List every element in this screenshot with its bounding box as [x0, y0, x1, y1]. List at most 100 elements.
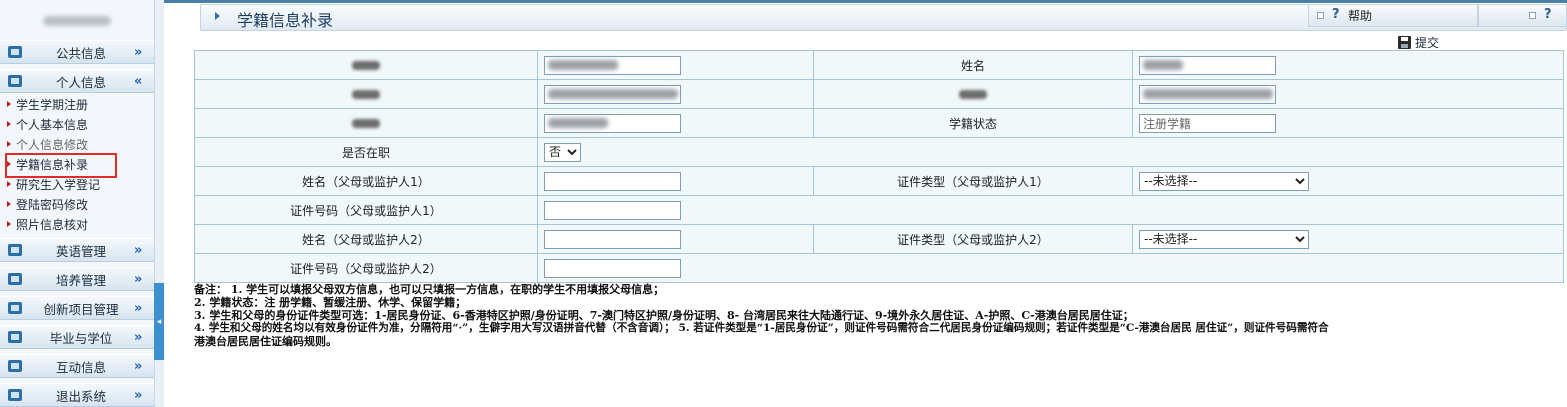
menu-icon — [8, 360, 22, 372]
sidebar-item-label: 个人信息修改 — [16, 137, 89, 152]
menu-public-info[interactable]: 公共信息 » — [0, 40, 154, 64]
level-label — [194, 108, 538, 138]
status-cell — [1132, 108, 1564, 138]
menu-interaction[interactable]: 互动信息 » — [0, 354, 154, 378]
bullet-icon — [7, 121, 11, 127]
sidebar-item-label: 学生学期注册 — [16, 97, 89, 112]
menu-training[interactable]: 培养管理 » — [0, 267, 154, 291]
note-line: 备注： 1. 学生可以填报父母双方信息，也可以只填报一方信息，在职的学生不用填报… — [194, 283, 665, 296]
major-cell — [1132, 79, 1564, 109]
blurred-text — [352, 90, 380, 99]
menu-english[interactable]: 英语管理 » — [0, 238, 154, 262]
sidebar-item-info-edit[interactable]: 个人信息修改 — [0, 134, 154, 154]
guardian1-idno-input[interactable] — [544, 200, 681, 220]
guardian1-idno-cell — [537, 195, 1564, 225]
employed-select[interactable]: 否 — [544, 142, 581, 162]
guardian2-idtype-select[interactable]: --未选择-- — [1139, 229, 1309, 249]
blurred-text — [548, 60, 618, 70]
guardian1-idtype-select[interactable]: --未选择-- — [1139, 171, 1309, 191]
form-row: 姓名（父母或监护人1） 证件类型（父母或监护人1） --未选择-- — [194, 166, 1564, 196]
collapse-left-icon: ◂ — [156, 316, 162, 327]
help-box-right — [1478, 4, 1567, 27]
menu-label: 毕业与学位 — [49, 330, 113, 346]
status-form: 姓名 学籍状态 是否在职 否 姓名（父母或监护人1） 证件类型（父母或监护人1）… — [194, 50, 1564, 283]
restore-icon[interactable] — [1529, 12, 1536, 19]
user-name-blurred — [43, 16, 111, 26]
menu-icon — [8, 46, 22, 58]
guardian2-idno-input[interactable] — [544, 258, 681, 278]
help-link[interactable]: 帮助 — [1348, 7, 1372, 24]
major-field — [1139, 84, 1276, 104]
form-row — [194, 79, 1564, 109]
blurred-text — [959, 90, 987, 99]
expand-arrow-icon: » — [134, 44, 143, 60]
sidebar-item-label: 登陆密码修改 — [16, 197, 89, 212]
sidebar: 公共信息 » 个人信息 « 学生学期注册 个人基本信息 个人信息修改 学籍信息补… — [0, 0, 154, 407]
expand-arrow-icon: » — [134, 300, 143, 316]
menu-personal-info[interactable]: 个人信息 « — [0, 69, 154, 93]
menu-graduation[interactable]: 毕业与学位 » — [0, 325, 154, 349]
blurred-text — [1143, 60, 1183, 70]
guardian2-idtype-cell: --未选择-- — [1132, 224, 1564, 254]
guardian2-name-label: 姓名（父母或监护人2） — [194, 224, 538, 254]
menu-icon — [8, 244, 22, 256]
student-id-cell — [537, 50, 814, 80]
guardian1-name-input[interactable] — [544, 171, 681, 191]
level-cell — [537, 108, 814, 138]
blurred-text — [352, 119, 380, 128]
form-row: 姓名（父母或监护人2） 证件类型（父母或监护人2） --未选择-- — [194, 224, 1564, 254]
bullet-icon — [7, 201, 11, 207]
name-cell — [1132, 50, 1564, 80]
title-bar-line — [164, 0, 1567, 3]
title-arrow-icon — [215, 12, 220, 20]
status-field[interactable] — [1139, 113, 1276, 133]
note-line: 港澳台居民居住证编码规则。 — [194, 335, 337, 348]
menu-icon — [8, 331, 22, 343]
sidebar-item-label: 个人基本信息 — [16, 117, 89, 132]
level-field — [544, 113, 681, 133]
blurred-text — [352, 61, 380, 70]
note-line: 4. 学生和父母的姓名均以有效身份证件为准，分隔符用“·”，生僻字用大写汉语拼音… — [194, 322, 1329, 334]
menu-innovation[interactable]: 创新项目管理 » — [0, 296, 154, 320]
menu-label: 公共信息 — [55, 45, 106, 61]
form-row: 是否在职 否 — [194, 137, 1564, 167]
form-row: 证件号码（父母或监护人2） — [194, 253, 1564, 283]
menu-label: 英语管理 — [55, 243, 106, 259]
sidebar-item-basic-info[interactable]: 个人基本信息 — [0, 114, 154, 134]
menu-icon — [8, 389, 22, 401]
user-info — [0, 0, 154, 42]
expand-arrow-icon: » — [134, 242, 143, 258]
sidebar-collapse-toggle[interactable]: ◂ — [154, 283, 164, 360]
menu-icon — [8, 273, 22, 285]
guardian1-idno-label: 证件号码（父母或监护人1） — [194, 195, 538, 225]
college-label — [194, 79, 538, 109]
note-line: 2. 学籍状态：注 册学籍、暂缓注册、休学、保留学籍； — [194, 296, 467, 309]
help-icon[interactable] — [1544, 7, 1556, 23]
employed-cell: 否 — [537, 137, 1564, 167]
sidebar-item-photo-check[interactable]: 照片信息核对 — [0, 214, 154, 234]
sidebar-item-semester-registration[interactable]: 学生学期注册 — [0, 94, 154, 114]
menu-label: 个人信息 — [55, 74, 106, 90]
guardian2-name-input[interactable] — [544, 229, 681, 249]
guardian2-idtype-label: 证件类型（父母或监护人2） — [813, 224, 1133, 254]
collapse-arrow-icon: « — [134, 73, 143, 89]
guardian2-idno-cell — [537, 253, 1564, 283]
form-row: 姓名 — [194, 50, 1564, 80]
restore-icon[interactable] — [1317, 12, 1324, 19]
guardian1-name-label: 姓名（父母或监护人1） — [194, 166, 538, 196]
employed-label: 是否在职 — [194, 137, 538, 167]
submit-button[interactable]: 提交 — [1398, 34, 1439, 51]
menu-label: 创新项目管理 — [43, 301, 119, 317]
menu-logout[interactable]: 退出系统 » — [0, 383, 154, 407]
sidebar-item-status-supplement[interactable]: 学籍信息补录 — [0, 153, 154, 178]
expand-arrow-icon: » — [134, 271, 143, 287]
page-title: 学籍信息补录 — [237, 11, 334, 30]
blurred-text — [548, 118, 608, 128]
guardian1-idtype-cell: --未选择-- — [1132, 166, 1564, 196]
guardian2-name-cell — [537, 224, 814, 254]
personal-info-submenu: 学生学期注册 个人基本信息 个人信息修改 学籍信息补录 研究生入学登记 登陆密码… — [0, 94, 154, 234]
help-icon[interactable] — [1332, 7, 1344, 23]
sidebar-item-password-change[interactable]: 登陆密码修改 — [0, 194, 154, 214]
bullet-icon — [7, 101, 11, 107]
blurred-text — [1143, 89, 1273, 99]
